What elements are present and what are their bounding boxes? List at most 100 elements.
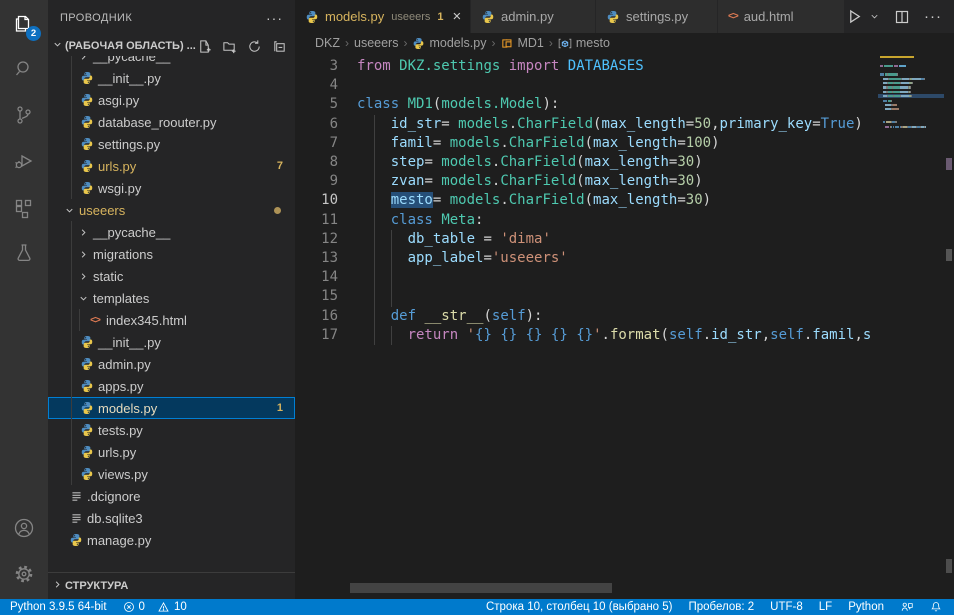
tree-item-__init__.py[interactable]: __init__.py bbox=[48, 331, 295, 353]
breadcrumb-item-useeers[interactable]: useeers bbox=[354, 36, 398, 50]
refresh-icon[interactable] bbox=[247, 39, 262, 54]
code-text: zvan= models.CharField(max_length=30) bbox=[357, 172, 703, 191]
sidebar-more-actions[interactable]: ··· bbox=[266, 10, 283, 26]
tree-item-settings.py[interactable]: settings.py bbox=[48, 133, 295, 155]
line-number: 12 bbox=[295, 230, 338, 249]
code-line: 3from DKZ.settings import DATABASES bbox=[295, 57, 878, 76]
code-text: def __str__(self): bbox=[357, 307, 542, 326]
tree-item-label: views.py bbox=[98, 467, 148, 482]
status-encoding[interactable]: UTF-8 bbox=[770, 601, 803, 613]
tree-item-label: models.py bbox=[98, 401, 157, 416]
breadcrumb-label: DKZ bbox=[315, 36, 340, 50]
status-language-mode[interactable]: Python bbox=[848, 601, 884, 613]
code-text: db_table = 'dima' bbox=[357, 230, 551, 249]
sidebar-title: ПРОВОДНИК bbox=[60, 12, 132, 24]
tree-item-.dcignore[interactable]: .dcignore bbox=[48, 485, 295, 507]
code-line: 11 class Meta: bbox=[295, 211, 878, 230]
modified-dot bbox=[274, 207, 281, 214]
tree-item-__pycache__[interactable]: __pycache__ bbox=[48, 221, 295, 243]
tree-item-useeers[interactable]: useeers bbox=[48, 199, 295, 221]
breadcrumb-item-mesto[interactable]: mesto bbox=[558, 36, 610, 50]
source-control-icon[interactable] bbox=[0, 92, 48, 138]
code-line: 17 return '{} {} {} {} {}'.format(self.i… bbox=[295, 326, 878, 345]
tree-item-wsgi.py[interactable]: wsgi.py bbox=[48, 177, 295, 199]
tree-item-admin.py[interactable]: admin.py bbox=[48, 353, 295, 375]
code-line: 6 id_str= models.CharField(max_length=50… bbox=[295, 115, 878, 134]
breadcrumb-item-models.py[interactable]: models.py bbox=[412, 36, 486, 50]
tree-item-label: database_roouter.py bbox=[98, 115, 217, 130]
status-problems[interactable]: 010 bbox=[123, 601, 187, 613]
explorer-icon[interactable]: 2 bbox=[0, 0, 48, 46]
tree-item-index345.html[interactable]: <>index345.html bbox=[48, 309, 295, 331]
status-notifications[interactable] bbox=[930, 601, 942, 613]
tree-item-static[interactable]: static bbox=[48, 265, 295, 287]
status-indentation[interactable]: Пробелов: 2 bbox=[689, 601, 755, 613]
tree-item-migrations[interactable]: migrations bbox=[48, 243, 295, 265]
new-folder-icon[interactable] bbox=[222, 39, 237, 54]
tree-item-label: .dcignore bbox=[87, 489, 140, 504]
code-text: mesto= models.CharField(max_length=30) bbox=[357, 191, 711, 210]
tab-settings.py[interactable]: settings.py bbox=[596, 0, 718, 33]
code-line: 15 bbox=[295, 287, 878, 306]
tab-problems-badge: 1 bbox=[437, 11, 443, 23]
extensions-icon[interactable] bbox=[0, 184, 48, 230]
code-line: 4 bbox=[295, 76, 878, 95]
run-debug-icon[interactable] bbox=[0, 138, 48, 184]
tree-item-models.py[interactable]: models.py 1 bbox=[48, 397, 295, 419]
minimap[interactable] bbox=[878, 53, 944, 584]
status-feedback[interactable] bbox=[900, 601, 914, 613]
tree-item-asgi.py[interactable]: asgi.py bbox=[48, 89, 295, 111]
file-file-icon bbox=[67, 512, 85, 525]
outline-section-header[interactable]: СТРУКТУРА bbox=[48, 572, 295, 599]
tree-item-tests.py[interactable]: tests.py bbox=[48, 419, 295, 441]
breadcrumb-label: mesto bbox=[576, 36, 610, 50]
tree-item-db.sqlite3[interactable]: db.sqlite3 bbox=[48, 507, 295, 529]
py-file-icon bbox=[67, 533, 85, 547]
new-file-icon[interactable] bbox=[197, 39, 212, 54]
py-file-icon bbox=[78, 401, 96, 415]
account-icon[interactable] bbox=[0, 505, 48, 551]
tree-item-views.py[interactable]: views.py bbox=[48, 463, 295, 485]
status-eol[interactable]: LF bbox=[819, 601, 832, 613]
py-file-icon bbox=[78, 423, 96, 437]
testing-icon[interactable] bbox=[0, 230, 48, 276]
breadcrumb-item-MD1[interactable]: MD1 bbox=[500, 36, 543, 50]
horizontal-scrollbar[interactable] bbox=[350, 583, 612, 593]
split-editor-icon[interactable] bbox=[894, 9, 910, 25]
tree-item-__init__.py[interactable]: __init__.py bbox=[48, 67, 295, 89]
search-icon[interactable] bbox=[0, 46, 48, 92]
status-cursor-position[interactable]: Строка 10, столбец 10 (выбрано 5) bbox=[486, 601, 673, 613]
chevron-down-icon bbox=[61, 205, 77, 216]
tree-item-apps.py[interactable]: apps.py bbox=[48, 375, 295, 397]
tree-item-database_roouter.py[interactable]: database_roouter.py bbox=[48, 111, 295, 133]
run-dropdown-chevron-icon[interactable] bbox=[869, 11, 880, 22]
line-number: 17 bbox=[295, 326, 338, 345]
py-file-icon bbox=[78, 159, 96, 173]
line-number: 8 bbox=[295, 153, 338, 172]
tree-item-label: urls.py bbox=[98, 159, 136, 174]
py-file-icon bbox=[412, 37, 425, 50]
run-button[interactable] bbox=[846, 8, 863, 25]
tree-item-label: __pycache__ bbox=[93, 225, 170, 240]
collapse-all-icon[interactable] bbox=[272, 39, 287, 54]
status-python-interpreter[interactable]: Python 3.9.5 64-bit bbox=[10, 601, 107, 613]
chevron-down-icon bbox=[75, 293, 91, 304]
py-file-icon bbox=[481, 10, 495, 24]
breadcrumb-item-DKZ[interactable]: DKZ bbox=[315, 36, 340, 50]
problems-badge: 1 bbox=[277, 402, 283, 414]
workspace-section-header[interactable]: (РАБОЧАЯ ОБЛАСТЬ) ... bbox=[48, 35, 295, 57]
tree-item-manage.py[interactable]: manage.py bbox=[48, 529, 295, 551]
settings-gear-icon[interactable] bbox=[0, 551, 48, 597]
tab-models.py[interactable]: models.pyuseeers1× bbox=[295, 0, 471, 33]
status-label: Пробелов: 2 bbox=[689, 601, 755, 613]
tab-aud.html[interactable]: <>aud.html bbox=[718, 0, 845, 33]
tree-item-__pycache__[interactable]: __pycache__ bbox=[48, 56, 295, 67]
tree-item-urls.py[interactable]: urls.py7 bbox=[48, 155, 295, 177]
tab-admin.py[interactable]: admin.py bbox=[471, 0, 596, 33]
tree-item-templates[interactable]: templates bbox=[48, 287, 295, 309]
editor-more-actions-icon[interactable]: ··· bbox=[924, 8, 942, 25]
code-editor[interactable]: 3from DKZ.settings import DATABASES45cla… bbox=[295, 53, 878, 584]
close-icon[interactable]: × bbox=[453, 9, 462, 24]
tree-item-label: useeers bbox=[79, 203, 125, 218]
tree-item-urls.py[interactable]: urls.py bbox=[48, 441, 295, 463]
